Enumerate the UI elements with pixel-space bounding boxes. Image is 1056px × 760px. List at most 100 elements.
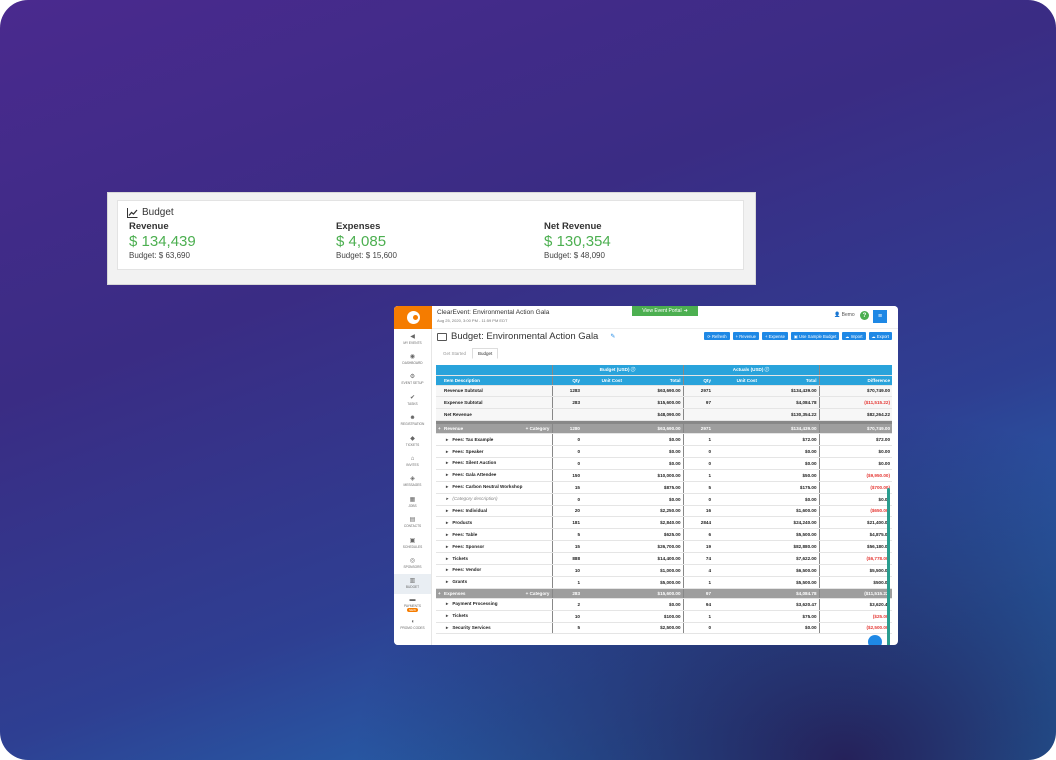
table-row[interactable]: ▸ Fees: Silent Auction 0 $0.00 0 $0.00 $0.00 <box>436 457 892 470</box>
metric-value: $ 130,354 <box>544 233 611 250</box>
actual-unit-cost-cell <box>713 610 760 623</box>
sidebar-item-dashboard[interactable]: ◉ Dashboard <box>394 349 431 369</box>
sidebar-item-tasks[interactable]: ✔ Tasks <box>394 390 431 410</box>
chevron-right-icon[interactable]: ▸ <box>446 508 448 513</box>
sidebar-item-registration[interactable]: ☻ Registration <box>394 411 431 431</box>
actual-total-cell: $1,600.00 <box>759 505 820 518</box>
budget-icon: ▥ <box>409 578 416 585</box>
sidebar-item-messages[interactable]: ◈ Messages <box>394 472 431 492</box>
vertical-scrollbar[interactable] <box>887 488 890 645</box>
col-total[interactable]: Total <box>624 375 684 386</box>
add-category-button[interactable]: + Category <box>526 591 550 596</box>
col-unit-cost[interactable]: Unit Cost <box>582 375 624 386</box>
sidebar-item-tickets[interactable]: ◆ Tickets <box>394 431 431 451</box>
revenue-category-row[interactable]: + Revenue + Category 1280 $63,690.00 2971 $134… <box>436 423 892 435</box>
description-cell: ▸ Fees: Silent Auction <box>442 457 552 470</box>
sidebar-item-promo-codes[interactable]: ◖ Promo Codes <box>394 614 431 634</box>
chevron-right-icon[interactable]: ▸ <box>446 496 448 501</box>
actual-total-cell: $0.00 <box>759 622 820 635</box>
add-category-label: Category <box>529 590 550 596</box>
row-description: Security Services <box>452 624 491 630</box>
user-menu[interactable]: 👤 Bemo <box>834 312 855 318</box>
sidebar-item-budget[interactable]: ▥ Budget <box>394 573 431 595</box>
chevron-right-icon[interactable]: ▸ <box>446 449 448 454</box>
col-item-description[interactable]: Item Description <box>442 375 552 386</box>
menu-button[interactable]: ≡ <box>873 310 887 323</box>
help-button[interactable]: ? <box>860 311 869 320</box>
sidebar-item-jobs[interactable]: ▦ Jobs <box>394 492 431 512</box>
sidebar-item-event-setup[interactable]: ⚙ Event Setup <box>394 370 431 390</box>
table-row[interactable]: ▸ Payment Processing 2 $0.00 94 $3,620.47 $3,6… <box>436 598 892 611</box>
chevron-right-icon[interactable]: ▸ <box>446 625 448 630</box>
chevron-right-icon[interactable]: ▸ <box>446 437 448 442</box>
actuals-group-header: Actuals (USD) ⓘ <box>682 365 820 376</box>
chevron-right-icon[interactable]: ▸ <box>446 532 448 537</box>
actual-unit-cost-cell <box>713 505 760 518</box>
chevron-right-icon[interactable]: ▸ <box>446 544 448 549</box>
actual-qty-cell: 1 <box>682 610 714 623</box>
chevron-right-icon[interactable]: ▸ <box>446 567 448 572</box>
use-sample-budget-button[interactable]: ▣ Use Sample Budget <box>790 332 840 340</box>
table-row[interactable]: ▸ Fees: Vendor 10 $1,000.00 4 $6,500.00 $5,500… <box>436 564 892 577</box>
chevron-right-icon[interactable]: ▸ <box>446 556 448 561</box>
expenses-category-row[interactable]: + Expenses + Category 283 $15,600.00 97 $4,084… <box>436 588 892 599</box>
actual-unit-cost-cell <box>713 457 760 470</box>
chat-button[interactable] <box>868 635 882 645</box>
col-actual-qty[interactable]: Qty <box>682 375 714 386</box>
chevron-right-icon[interactable]: ▸ <box>446 460 448 465</box>
payments-icon: ▬ <box>409 596 416 603</box>
table-row[interactable]: ▸ Fees: Carbon Neutral Workshop 15 $875.00 5… <box>436 481 892 494</box>
chevron-right-icon[interactable]: ▸ <box>446 520 448 525</box>
sidebar-item-sponsors[interactable]: ◎ Sponsors <box>394 553 431 573</box>
actual-unit-cost-cell <box>713 598 760 611</box>
table-row[interactable]: ▸ Grants 1 $5,000.00 1 $5,500.00 $500.00 <box>436 576 892 589</box>
sidebar-item-schedules[interactable]: ▣ Schedules <box>394 533 431 553</box>
unit-cost-cell <box>582 433 624 447</box>
add-category-button[interactable]: + Category <box>526 426 550 431</box>
sidebar-item-invites[interactable]: ⌂ Invites <box>394 451 431 471</box>
chevron-right-icon[interactable]: ▸ <box>446 579 448 584</box>
table-row[interactable]: ▸ Fees: Individual 20 $2,250.00 16 $1,600.00(… <box>436 505 892 518</box>
table-row[interactable]: ▸ Fees: Gala Attendee 150 $10,000.00 1 $50.00… <box>436 469 892 482</box>
total-cell: $14,400.00 <box>624 552 684 565</box>
chevron-right-icon[interactable]: ▸ <box>446 484 448 489</box>
unit-cost-cell <box>582 385 624 398</box>
table-row[interactable]: ▸ Fees: Speaker 0 $0.00 0 $0.00 $0.00 <box>436 445 892 458</box>
table-row[interactable]: ▸ Tickets 888 $14,400.00 74 $7,622.00 ($6,778.… <box>436 552 892 565</box>
table-row[interactable]: ▸ Fees: Tax Example 0 $0.00 1 $72.00 $72.00 <box>436 433 892 447</box>
table-row[interactable]: ▸ Tickets 10 $100.00 1 $75.00 ($25.00) <box>436 610 892 623</box>
chevron-right-icon[interactable]: ▸ <box>446 472 448 477</box>
summary-row: Net Revenue $48,090.00 $130,354.22 $82,264.… <box>436 408 892 422</box>
pencil-icon[interactable]: ✎ <box>610 333 615 340</box>
export-button[interactable]: ☁ Export <box>868 332 892 340</box>
table-row[interactable]: ▸ Fees: Sponsor 15 $26,700.00 19 $82,880.00 $5… <box>436 540 892 554</box>
import-button[interactable]: ☁ Import <box>842 332 866 340</box>
table-row[interactable]: ▸ Security Services 5 $2,500.00 0 $0.00 ($2,50… <box>436 622 892 635</box>
table-row[interactable]: ▸ (Category description) 0 $0.00 0 $0.00 $0.00 <box>436 493 892 506</box>
col-actual-unit-cost[interactable]: Unit Cost <box>713 375 760 386</box>
qty-cell: 1280 <box>551 423 582 435</box>
refresh-button[interactable]: ⟳ Refresh <box>704 332 730 340</box>
event-title: ClearEvent: Environmental Action Gala <box>437 309 550 316</box>
add-expense-button[interactable]: + Expense <box>762 332 788 340</box>
col-qty[interactable]: Qty <box>551 375 582 386</box>
chevron-right-icon[interactable]: ▸ <box>446 613 448 618</box>
sidebar-item-my-events[interactable]: ◀ My Events <box>394 329 431 349</box>
tab-get-started[interactable]: Get Started <box>437 348 472 359</box>
qty-cell: 888 <box>551 552 582 565</box>
tab-budget[interactable]: Budget <box>472 348 499 359</box>
col-actual-total[interactable]: Total <box>759 375 820 386</box>
sidebar-item-label: Messages <box>403 483 422 488</box>
col-difference[interactable]: Difference <box>818 375 892 386</box>
add-revenue-button[interactable]: + Revenue <box>732 332 760 340</box>
table-row[interactable]: ▸ Fees: Table 5 $625.00 6 $5,500.00 $4,875.00 <box>436 528 892 542</box>
metric-budget: Budget: $ 15,600 <box>336 251 397 260</box>
unit-cost-cell <box>582 481 624 494</box>
table-row[interactable]: ▸ Products 181 $2,840.00 2844 $24,240.00 $21,4… <box>436 516 892 530</box>
sidebar-item-contacts[interactable]: ▤ Contacts <box>394 513 431 533</box>
chevron-right-icon[interactable]: ▸ <box>446 601 448 606</box>
view-event-portal-button[interactable]: View Event Portal ➜ <box>632 306 698 316</box>
app-logo[interactable] <box>394 306 432 329</box>
sidebar-item-payments[interactable]: ▬ Payments NEW <box>394 594 431 614</box>
sidebar: ◀ My Events ◉ Dashboard ⚙ Event Setup ✔ Tasks ☻ R… <box>394 306 432 645</box>
